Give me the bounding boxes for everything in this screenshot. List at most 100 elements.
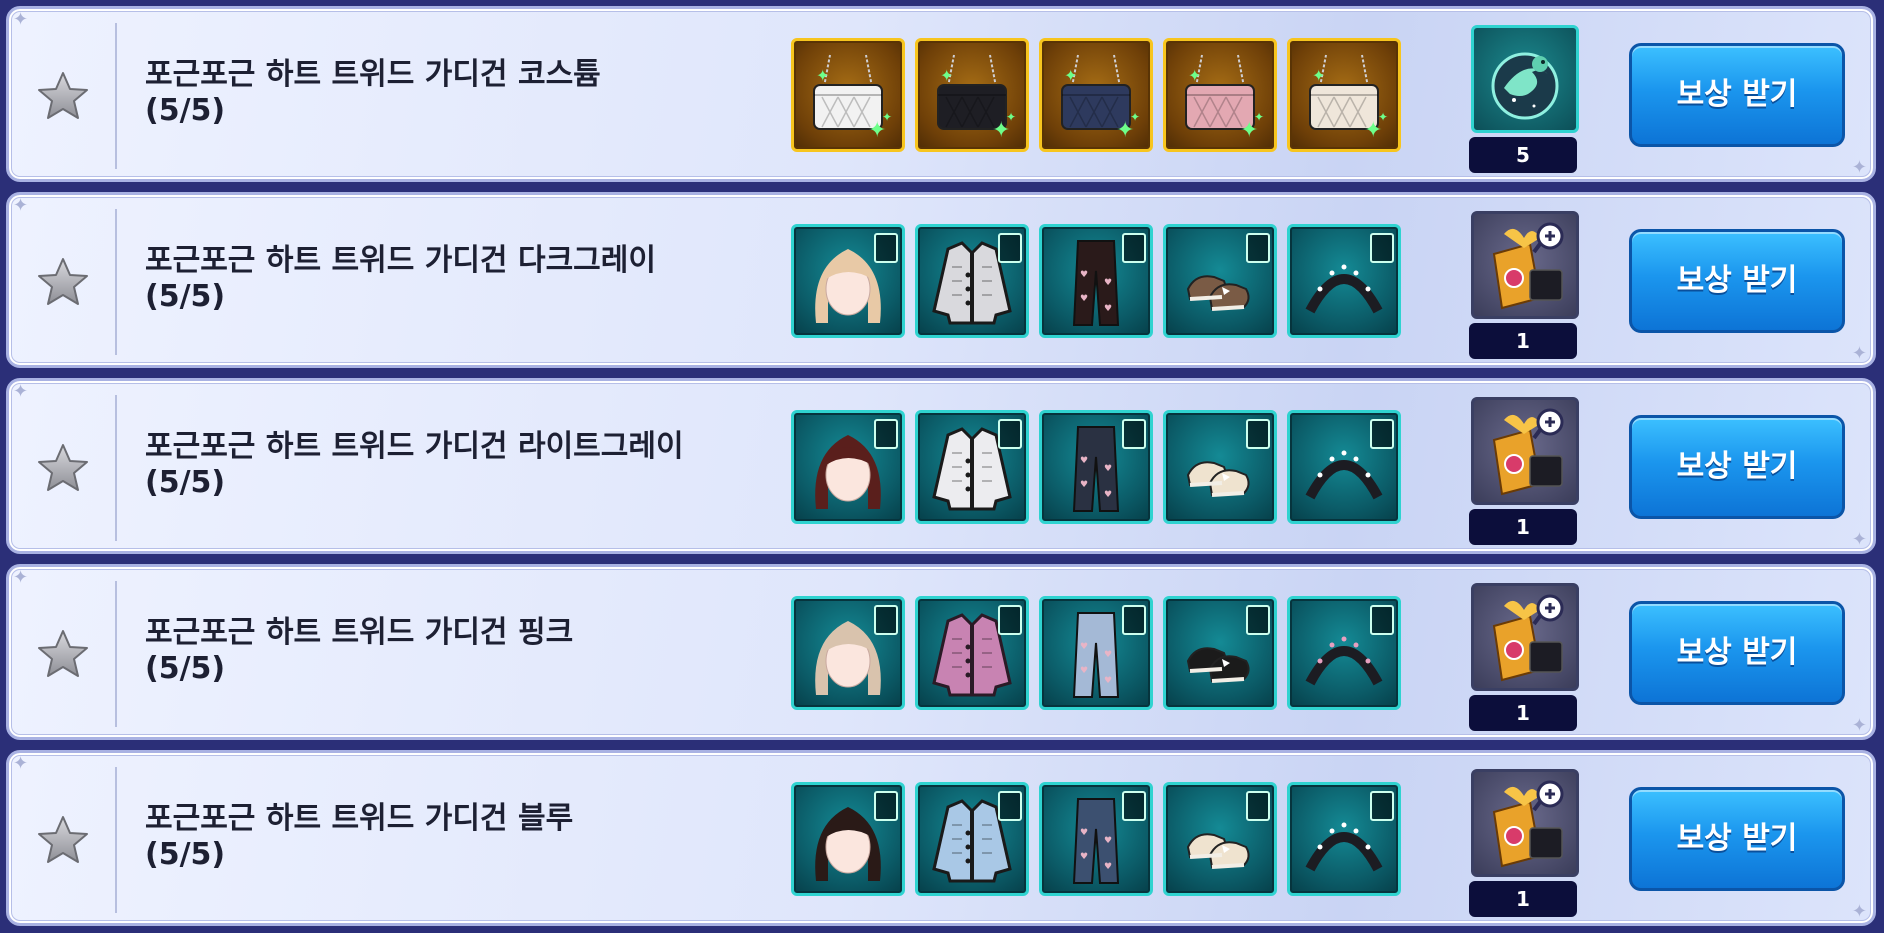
corner-sparkle-icon: ✦ bbox=[13, 195, 29, 216]
item-slot[interactable] bbox=[1163, 596, 1277, 710]
item-slot[interactable] bbox=[791, 410, 905, 524]
item-slot[interactable] bbox=[1287, 224, 1401, 338]
corner-sparkle-icon: ✦ bbox=[1851, 901, 1867, 922]
svg-text:✦: ✦ bbox=[1254, 110, 1264, 124]
achievement-reward-list: ✦ ✦ 포근포근 하트 트위드 가디건 코스튬 (5/5) ✦ ✦ ✦ ✦ ✦ … bbox=[0, 0, 1884, 933]
item-slot[interactable]: ✦ ✦ ✦ bbox=[1287, 38, 1401, 152]
svg-text:✦: ✦ bbox=[1378, 110, 1388, 124]
achievement-name: 포근포근 하트 트위드 가디건 핑크 bbox=[145, 615, 574, 650]
achievement-progress: (5/5) bbox=[145, 279, 226, 314]
svg-text:♥: ♥ bbox=[1104, 278, 1112, 288]
item-slot[interactable]: ♥ ♥ ♥ ♥ bbox=[1039, 596, 1153, 710]
item-slot[interactable] bbox=[915, 596, 1029, 710]
reward-box[interactable] bbox=[1471, 211, 1579, 319]
item-slot[interactable] bbox=[1163, 782, 1277, 896]
item-slot[interactable] bbox=[1287, 782, 1401, 896]
item-slot[interactable]: ✦ ✦ ✦ bbox=[1163, 38, 1277, 152]
slot-type-badge bbox=[1246, 419, 1270, 449]
achievement-progress: (5/5) bbox=[145, 465, 226, 500]
item-slot[interactable] bbox=[1163, 224, 1277, 338]
slot-type-badge bbox=[998, 419, 1022, 449]
achievement-progress: (5/5) bbox=[145, 651, 226, 686]
row-divider bbox=[115, 23, 117, 169]
item-slot[interactable] bbox=[915, 224, 1029, 338]
row-divider bbox=[115, 767, 117, 913]
item-slot[interactable] bbox=[791, 782, 905, 896]
item-slot[interactable]: ♥ ♥ ♥ ♥ bbox=[1039, 224, 1153, 338]
achievement-title: 포근포근 하트 트위드 가디건 핑크 (5/5) bbox=[145, 615, 745, 687]
slot-type-badge bbox=[1122, 233, 1146, 263]
claim-reward-button[interactable]: 보상 받기 bbox=[1629, 229, 1845, 333]
reward-count: 1 bbox=[1469, 881, 1577, 917]
item-slot[interactable] bbox=[1287, 410, 1401, 524]
item-slot[interactable] bbox=[791, 596, 905, 710]
reward-row: ✦ ✦ 포근포근 하트 트위드 가디건 블루 (5/5) ♥ ♥ ♥ ♥ 1 보… bbox=[6, 750, 1876, 926]
slot-type-badge bbox=[1370, 233, 1394, 263]
star-icon bbox=[38, 630, 88, 677]
item-slot[interactable]: ✦ ✦ ✦ bbox=[1039, 38, 1153, 152]
reward-box[interactable] bbox=[1471, 583, 1579, 691]
corner-sparkle-icon: ✦ bbox=[1851, 715, 1867, 736]
svg-text:♥: ♥ bbox=[1104, 862, 1112, 872]
slot-type-badge bbox=[874, 605, 898, 635]
claim-reward-button[interactable]: 보상 받기 bbox=[1629, 787, 1845, 891]
svg-text:♥: ♥ bbox=[1080, 828, 1088, 838]
slot-type-badge bbox=[1370, 419, 1394, 449]
item-slot[interactable] bbox=[915, 410, 1029, 524]
achievement-progress: (5/5) bbox=[145, 93, 226, 128]
svg-text:♥: ♥ bbox=[1104, 676, 1112, 686]
item-slot[interactable] bbox=[791, 224, 905, 338]
achievement-title: 포근포근 하트 트위드 가디건 라이트그레이 (5/5) bbox=[145, 429, 745, 501]
svg-text:♥: ♥ bbox=[1080, 852, 1088, 862]
svg-text:♥: ♥ bbox=[1104, 490, 1112, 500]
achievement-title: 포근포근 하트 트위드 가디건 블루 (5/5) bbox=[145, 801, 745, 873]
achievement-title: 포근포근 하트 트위드 가디건 다크그레이 (5/5) bbox=[145, 243, 745, 315]
item-slot[interactable] bbox=[1287, 596, 1401, 710]
reward-box[interactable] bbox=[1471, 397, 1579, 505]
reward-count: 1 bbox=[1469, 695, 1577, 731]
svg-text:♥: ♥ bbox=[1080, 456, 1088, 466]
slot-type-badge bbox=[1246, 791, 1270, 821]
claim-reward-button[interactable]: 보상 받기 bbox=[1629, 43, 1845, 147]
svg-text:✦: ✦ bbox=[1312, 66, 1325, 85]
slot-type-badge bbox=[998, 233, 1022, 263]
corner-sparkle-icon: ✦ bbox=[1851, 343, 1867, 364]
svg-text:✦: ✦ bbox=[816, 66, 829, 85]
reward-row: ✦ ✦ 포근포근 하트 트위드 가디건 핑크 (5/5) ♥ ♥ ♥ ♥ 1 보… bbox=[6, 564, 1876, 740]
corner-sparkle-icon: ✦ bbox=[13, 753, 29, 774]
svg-text:✦: ✦ bbox=[1064, 66, 1077, 85]
slot-type-badge bbox=[998, 605, 1022, 635]
corner-sparkle-icon: ✦ bbox=[1851, 157, 1867, 178]
svg-text:♥: ♥ bbox=[1080, 666, 1088, 676]
corner-sparkle-icon: ✦ bbox=[13, 9, 29, 30]
claim-reward-button[interactable]: 보상 받기 bbox=[1629, 601, 1845, 705]
star-icon bbox=[38, 72, 88, 119]
reward-row: ✦ ✦ 포근포근 하트 트위드 가디건 다크그레이 (5/5) ♥ ♥ ♥ ♥ bbox=[6, 192, 1876, 368]
item-slot[interactable] bbox=[915, 782, 1029, 896]
reward-count: 5 bbox=[1469, 137, 1577, 173]
slot-type-badge bbox=[1370, 791, 1394, 821]
reward-box[interactable] bbox=[1471, 769, 1579, 877]
slot-type-badge bbox=[874, 419, 898, 449]
reward-row: ✦ ✦ 포근포근 하트 트위드 가디건 라이트그레이 (5/5) ♥ ♥ ♥ ♥ bbox=[6, 378, 1876, 554]
item-slot[interactable] bbox=[1163, 410, 1277, 524]
achievement-title: 포근포근 하트 트위드 가디건 코스튬 (5/5) bbox=[145, 57, 745, 129]
row-divider bbox=[115, 209, 117, 355]
dragon-coin-icon bbox=[1491, 52, 1559, 120]
svg-text:✦: ✦ bbox=[1130, 110, 1140, 124]
item-slot[interactable]: ♥ ♥ ♥ ♥ bbox=[1039, 782, 1153, 896]
achievement-name: 포근포근 하트 트위드 가디건 다크그레이 bbox=[145, 243, 656, 278]
claim-reward-button[interactable]: 보상 받기 bbox=[1629, 415, 1845, 519]
svg-text:♥: ♥ bbox=[1080, 642, 1088, 652]
svg-text:♥: ♥ bbox=[1080, 270, 1088, 280]
item-slot[interactable]: ♥ ♥ ♥ ♥ bbox=[1039, 410, 1153, 524]
corner-sparkle-icon: ✦ bbox=[1851, 529, 1867, 550]
item-slot[interactable]: ✦ ✦ ✦ bbox=[915, 38, 1029, 152]
corner-sparkle-icon: ✦ bbox=[13, 567, 29, 588]
reward-row: ✦ ✦ 포근포근 하트 트위드 가디건 코스튬 (5/5) ✦ ✦ ✦ ✦ ✦ … bbox=[6, 6, 1876, 182]
svg-text:✦: ✦ bbox=[1006, 110, 1016, 124]
slot-type-badge bbox=[1246, 605, 1270, 635]
item-slot[interactable]: ✦ ✦ ✦ bbox=[791, 38, 905, 152]
slot-type-badge bbox=[874, 233, 898, 263]
reward-box[interactable] bbox=[1471, 25, 1579, 133]
